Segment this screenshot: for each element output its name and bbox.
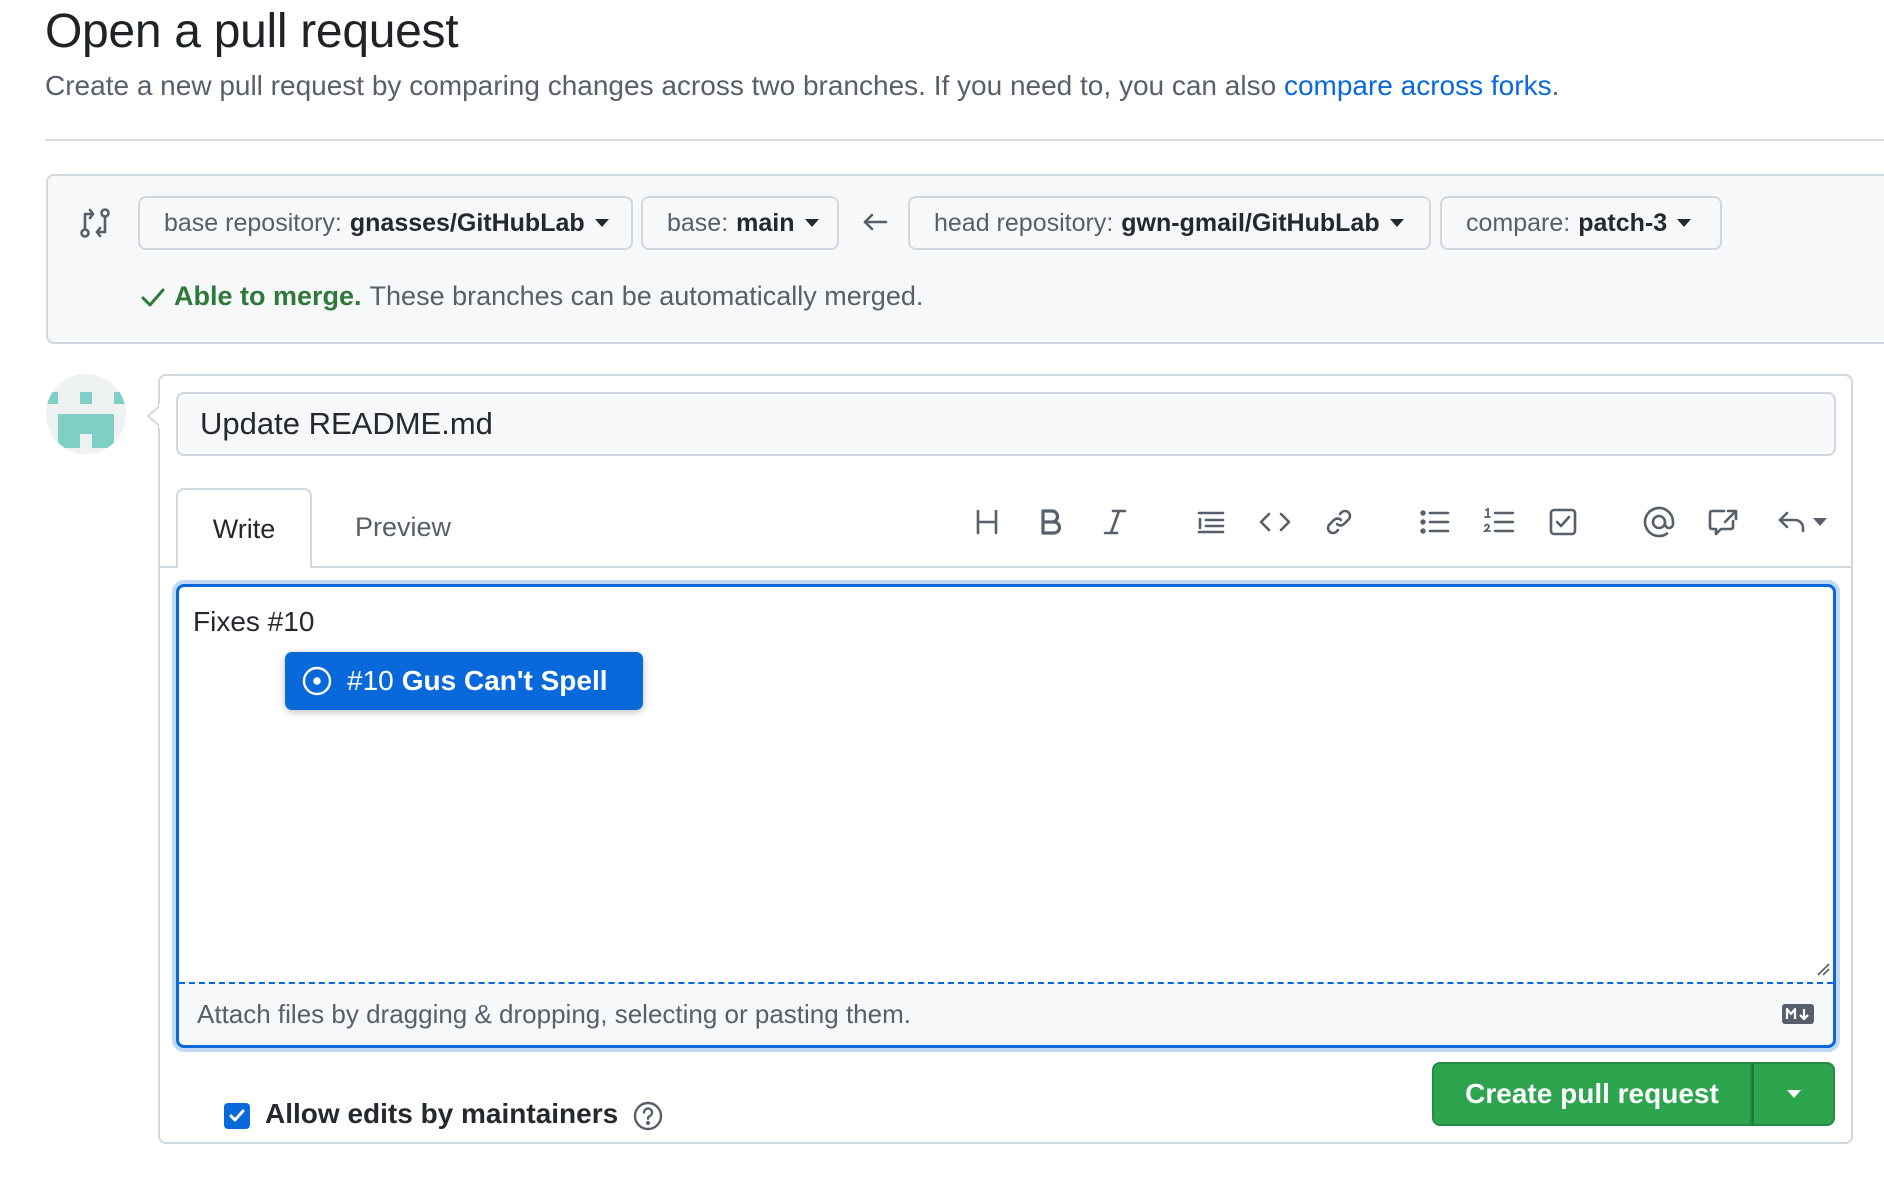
compare-arrows-icon	[78, 206, 112, 240]
compare-branch-select[interactable]: compare: patch-3	[1440, 196, 1722, 250]
header-divider	[45, 139, 1884, 141]
body-text: Fixes #10	[193, 606, 315, 637]
pull-request-title-input[interactable]	[176, 392, 1836, 456]
page-subtitle: Create a new pull request by comparing c…	[45, 70, 1559, 102]
allow-edits-checkbox[interactable]	[224, 1103, 250, 1129]
create-pull-request-dropdown[interactable]	[1752, 1062, 1835, 1126]
markdown-icon[interactable]	[1782, 1004, 1814, 1024]
merge-status-text: These branches can be automatically merg…	[369, 281, 924, 311]
ordered-list-icon[interactable]	[1477, 500, 1521, 544]
mention-icon[interactable]	[1637, 500, 1681, 544]
chevron-down-icon	[1786, 1090, 1801, 1098]
chevron-down-icon	[594, 219, 609, 227]
merge-status: Able to merge. These branches can be aut…	[140, 281, 923, 312]
heading-icon[interactable]	[965, 500, 1009, 544]
head-repository-label: head repository:	[934, 208, 1114, 237]
avatar[interactable]	[46, 374, 126, 454]
chevron-down-icon	[1677, 219, 1692, 227]
chevron-down-icon	[804, 219, 819, 227]
question-icon[interactable]	[632, 1100, 664, 1132]
page-title: Open a pull request	[45, 5, 459, 58]
tab-divider	[160, 566, 1852, 568]
link-icon[interactable]	[1317, 500, 1361, 544]
bold-icon[interactable]	[1029, 500, 1073, 544]
code-icon[interactable]	[1253, 500, 1297, 544]
chevron-down-icon	[1813, 518, 1827, 526]
attach-files-bar[interactable]: Attach files by dragging & dropping, sel…	[179, 982, 1833, 1045]
arrow-left-icon	[860, 207, 890, 237]
issue-open-icon	[301, 665, 333, 697]
task-list-icon[interactable]	[1541, 500, 1585, 544]
check-icon	[140, 284, 166, 310]
allow-edits-label[interactable]: Allow edits by maintainers	[265, 1098, 618, 1130]
issue-number: #10	[347, 665, 394, 696]
head-repository-value: gwn-gmail/GitHubLab	[1121, 208, 1380, 237]
base-branch-label: base:	[667, 208, 729, 237]
compare-branch-label: compare:	[1466, 208, 1571, 237]
tab-write[interactable]: Write	[176, 488, 312, 568]
base-repository-value: gnasses/GitHubLab	[349, 208, 585, 237]
form-pointer	[146, 404, 162, 428]
tab-preview[interactable]: Preview	[330, 488, 476, 566]
issue-suggestion-item[interactable]: #10 Gus Can't Spell	[285, 652, 643, 710]
issue-title: Gus Can't Spell	[401, 665, 608, 696]
base-branch-value: main	[736, 208, 795, 237]
attach-files-text: Attach files by dragging & dropping, sel…	[197, 999, 911, 1029]
merge-status-ok: Able to merge.	[174, 281, 362, 311]
base-repository-label: base repository:	[164, 208, 342, 237]
reply-icon[interactable]	[1771, 500, 1833, 544]
italic-icon[interactable]	[1093, 500, 1137, 544]
quote-icon[interactable]	[1189, 500, 1233, 544]
base-branch-select[interactable]: base: main	[641, 196, 839, 250]
create-pull-request-button[interactable]: Create pull request	[1432, 1062, 1752, 1126]
subtitle-text: Create a new pull request by comparing c…	[45, 70, 1284, 101]
head-repository-select[interactable]: head repository: gwn-gmail/GitHubLab	[908, 196, 1431, 250]
compare-across-forks-link[interactable]: compare across forks	[1284, 70, 1552, 101]
compare-branch-value: patch-3	[1578, 208, 1668, 237]
subtitle-suffix: .	[1551, 70, 1560, 101]
base-repository-select[interactable]: base repository: gnasses/GitHubLab	[138, 196, 633, 250]
chevron-down-icon	[1389, 219, 1404, 227]
resize-handle[interactable]	[1816, 962, 1830, 976]
cross-reference-icon[interactable]	[1701, 500, 1745, 544]
unordered-list-icon[interactable]	[1413, 500, 1457, 544]
